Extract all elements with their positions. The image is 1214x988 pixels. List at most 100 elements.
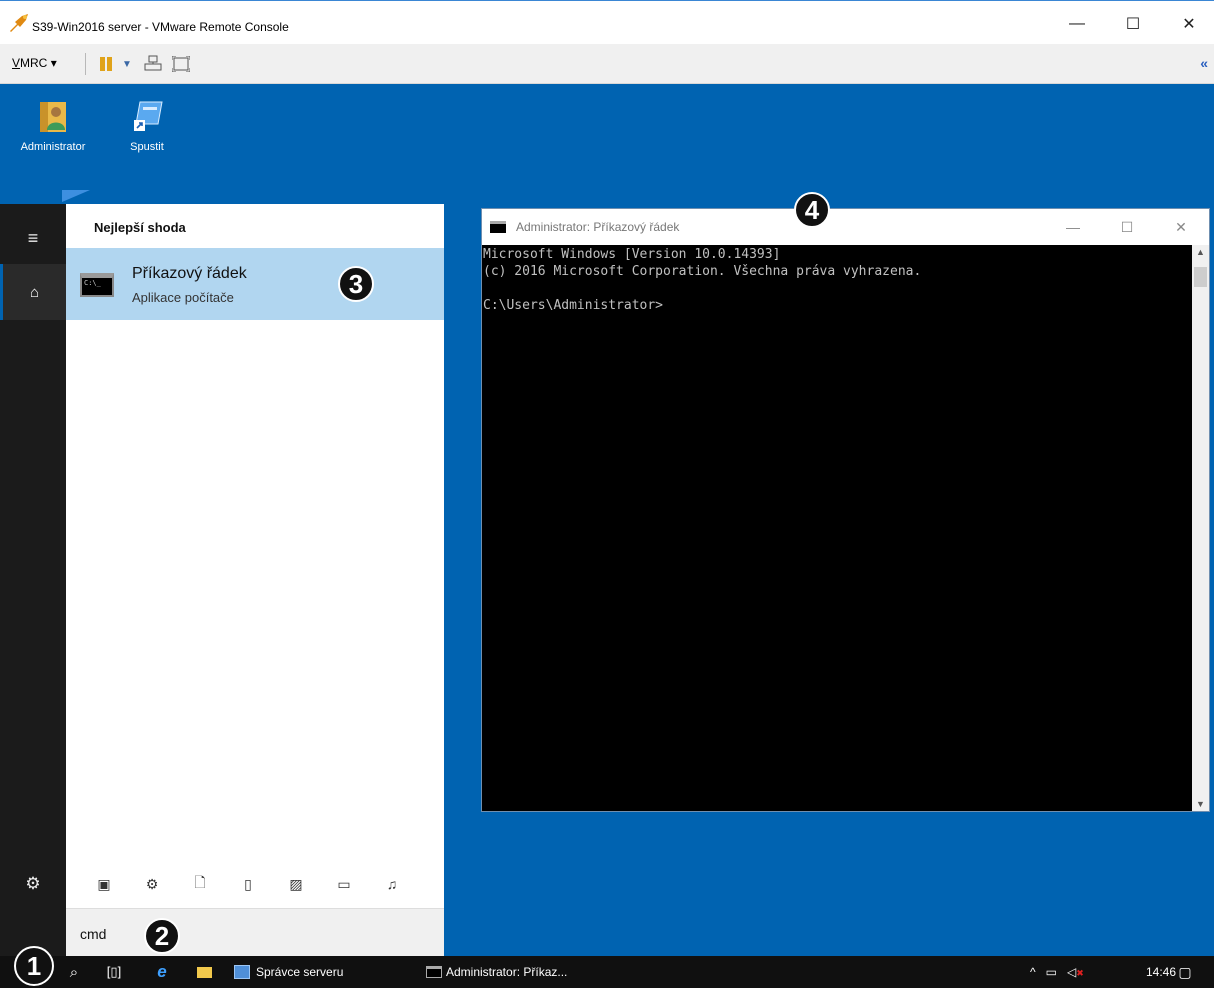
- scroll-down-icon[interactable]: ▼: [1192, 799, 1209, 809]
- command-prompt-icon: C:\_: [80, 273, 114, 297]
- documents-filter-button[interactable]: 🗋: [176, 872, 224, 896]
- cmd-window-title: Administrator: Příkazový řádek: [516, 220, 680, 234]
- cmd-vertical-scrollbar[interactable]: ▲ ▼: [1192, 245, 1209, 811]
- maximize-icon: ☐: [1125, 16, 1141, 33]
- network-icon[interactable]: ▭: [1046, 965, 1057, 979]
- vmrc-toolbar: VMRC ▾ ▼ «: [0, 44, 1214, 84]
- settings-filter-button[interactable]: ⚙: [128, 876, 176, 893]
- desktop-icon-administrator[interactable]: Administrator: [8, 98, 98, 153]
- videos-filter-icon: ▭: [337, 875, 351, 892]
- run-shortcut-icon: [134, 101, 163, 131]
- photos-filter-button[interactable]: ▨: [272, 876, 320, 893]
- start-settings-button[interactable]: ⚙: [0, 864, 66, 904]
- action-center-button[interactable]: ▢: [1170, 956, 1200, 988]
- maximize-icon: ☐: [1120, 218, 1134, 235]
- search-icon: ⌕: [69, 963, 79, 981]
- start-menu-rail: ≡ ⌂ ⚙: [0, 204, 66, 956]
- search-results-panel: Nejlepší shoda C:\_ Příkazový řádek Apli…: [66, 204, 444, 956]
- photos-filter-icon: ▨: [289, 875, 303, 892]
- volume-muted-icon[interactable]: ◁✖: [1067, 965, 1084, 979]
- power-options-dropdown[interactable]: ▼: [120, 54, 134, 74]
- command-prompt-window[interactable]: Administrator: Příkazový řádek — ☐ ✕ Mic…: [481, 208, 1210, 812]
- close-button[interactable]: ✕: [1166, 9, 1212, 39]
- vmrc-title-bar: S39-Win2016 server - VMware Remote Conso…: [0, 0, 1214, 44]
- vmrc-menu-label: MRC: [20, 56, 48, 70]
- send-ctrl-alt-del-button[interactable]: [142, 54, 164, 74]
- result-type: Aplikace počítače: [132, 290, 234, 305]
- pause-icon: [99, 57, 113, 71]
- server-manager-label: Správce serveru: [256, 965, 344, 979]
- file-explorer-button[interactable]: [192, 956, 216, 988]
- apps-filter-icon: ▣: [97, 875, 111, 892]
- console-prompt-line: C:\Users\Administrator>: [483, 298, 664, 313]
- step-callout-4: 4: [794, 192, 830, 228]
- scrollbar-thumb[interactable]: [1194, 267, 1207, 287]
- maximize-button[interactable]: ☐: [1110, 9, 1156, 39]
- apps-filter-button[interactable]: ▣: [80, 876, 128, 893]
- notification-icon: ▢: [1178, 963, 1192, 980]
- cmd-maximize-button[interactable]: ☐: [1104, 215, 1150, 239]
- search-query-text: cmd: [80, 926, 107, 942]
- gear-icon: ⚙: [25, 874, 41, 893]
- cmd-close-button[interactable]: ✕: [1158, 215, 1204, 239]
- hamburger-menu-icon: ≡: [27, 227, 39, 248]
- pause-button[interactable]: [96, 54, 116, 74]
- search-filter-bar: ▣ ⚙ 🗋 ▯ ▨ ▭ ♫: [66, 864, 444, 904]
- server-manager-icon: [234, 965, 250, 979]
- command-prompt-icon: [490, 221, 506, 233]
- chevron-down-icon: ▼: [122, 58, 132, 70]
- show-hidden-icons-button[interactable]: ^: [1030, 965, 1036, 979]
- step-callout-3: 3: [338, 266, 374, 302]
- command-prompt-icon: [426, 966, 442, 978]
- user-folder-icon: [40, 102, 66, 132]
- console-line: ​: [483, 280, 1192, 297]
- search-input[interactable]: cmd: [66, 908, 444, 956]
- best-match-heading: Nejlepší shoda: [94, 220, 186, 235]
- chevron-down-icon: ▾: [50, 56, 57, 70]
- vmrc-menu-button[interactable]: VMRC ▾: [12, 56, 57, 70]
- step-callout-2: 2: [144, 918, 180, 954]
- cmd-title-bar[interactable]: Administrator: Příkazový řádek — ☐ ✕: [482, 209, 1209, 245]
- settings-filter-icon: ⚙: [145, 875, 159, 892]
- folder-icon: [196, 966, 212, 978]
- send-ctrl-alt-del-icon: [144, 55, 162, 71]
- cmd-taskbar-button[interactable]: Administrator: Příkaz...: [426, 956, 567, 988]
- cmd-task-label: Administrator: Příkaz...: [446, 965, 568, 979]
- taskbar-search-button[interactable]: ⌕: [62, 956, 86, 988]
- minimize-button[interactable]: —: [1054, 9, 1100, 39]
- home-icon: ⌂: [29, 283, 40, 301]
- console-line: Microsoft Windows [Version 10.0.14393]: [483, 247, 781, 262]
- internet-explorer-icon: e: [157, 962, 167, 981]
- taskbar: ⌕ [▯] e Správce serveru Administrator: P…: [0, 956, 1214, 988]
- task-view-button[interactable]: [▯]: [100, 956, 128, 988]
- desktop-icon-label: Spustit: [130, 141, 164, 153]
- close-icon: ✕: [1182, 16, 1196, 33]
- scroll-up-icon[interactable]: ▲: [1192, 247, 1209, 257]
- start-menu-expand-button[interactable]: ≡: [0, 218, 66, 258]
- task-view-icon: [▯]: [106, 964, 122, 979]
- vmrc-menu-accesskey: V: [12, 56, 21, 70]
- console-line: (c) 2016 Microsoft Corporation. Všechna …: [483, 264, 922, 279]
- music-filter-button[interactable]: ♫: [368, 876, 416, 892]
- start-home-button[interactable]: ⌂: [0, 264, 66, 320]
- folders-filter-button[interactable]: ▯: [224, 876, 272, 893]
- documents-filter-icon: 🗋: [194, 874, 206, 890]
- desktop-icon-run[interactable]: Spustit: [102, 98, 192, 153]
- step-callout-1: 1: [14, 946, 54, 986]
- server-manager-task[interactable]: Správce serveru: [234, 956, 343, 988]
- result-name: Příkazový řádek: [132, 265, 247, 282]
- cmd-minimize-button[interactable]: —: [1050, 215, 1096, 239]
- best-match-result[interactable]: C:\_ Příkazový řádek Aplikace počítače: [66, 248, 444, 320]
- folders-filter-icon: ▯: [244, 875, 252, 892]
- videos-filter-button[interactable]: ▭: [320, 876, 368, 893]
- partial-desktop-icon: [62, 190, 90, 202]
- fit-guest-icon: [172, 56, 190, 72]
- minimize-icon: —: [1066, 219, 1080, 235]
- system-tray: ^ ▭ ◁✖: [1030, 956, 1084, 988]
- internet-explorer-button[interactable]: e: [150, 956, 174, 988]
- fit-guest-button[interactable]: [170, 54, 192, 74]
- collapse-toolbar-button[interactable]: «: [1200, 55, 1208, 71]
- close-icon: ✕: [1175, 218, 1187, 235]
- cmd-console-output[interactable]: Microsoft Windows [Version 10.0.14393] (c…: [482, 245, 1192, 811]
- window-title: S39-Win2016 server - VMware Remote Conso…: [32, 20, 289, 34]
